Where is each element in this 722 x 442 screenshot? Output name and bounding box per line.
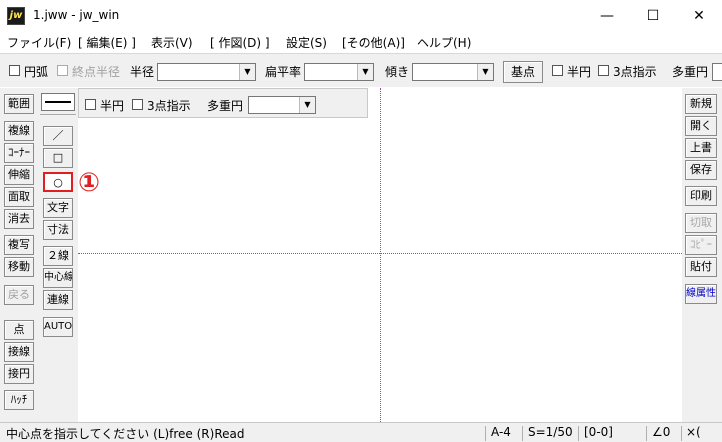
tilt-label: 傾き — [385, 65, 410, 79]
sub-half-circle-label: 半円 — [100, 99, 125, 113]
window-title: 1.jww - jw_win — [33, 8, 120, 22]
overwrite-save-button[interactable]: 上書 — [685, 138, 717, 158]
circle-option-bar: 半円 3点指示 多重円 ▼ — [78, 88, 368, 118]
paper-size[interactable]: A-4 — [491, 425, 511, 439]
menu-file[interactable]: ファイル(F) — [7, 34, 71, 51]
jw-app-icon: jw — [7, 7, 25, 25]
linetype-selector[interactable] — [41, 93, 75, 111]
tool-range-button[interactable]: 範囲 — [4, 94, 34, 114]
tool-corner-button[interactable]: ｺｰﾅｰ — [4, 143, 34, 163]
tool-tangent-button[interactable]: 接線 — [4, 342, 34, 362]
line-sample-icon — [45, 101, 71, 103]
menu-draw[interactable]: [ 作図(D) ] — [210, 34, 270, 51]
three-point-checkbox[interactable] — [598, 65, 609, 76]
chevron-down-icon: ▼ — [239, 64, 255, 80]
menu-edit[interactable]: [ 編集(E) ] — [78, 34, 136, 51]
open-file-button[interactable]: 開く — [685, 116, 717, 136]
status-separator — [578, 426, 579, 441]
sub-multi-circle-label: 多重円 — [207, 99, 244, 113]
right-tool-panel: 新規 開く 上書 保存 印刷 切取 ｺﾋﾟｰ 貼付 線属性 — [682, 88, 722, 422]
tool-stretch-button[interactable]: 伸縮 — [4, 165, 34, 185]
status-separator — [646, 426, 647, 441]
panel-divider — [40, 114, 76, 115]
status-bar: 中心点を指示してください (L)free (R)Read A-4 S=1/50 … — [0, 422, 722, 442]
tool-continuous-line-button[interactable]: 連線 — [43, 290, 73, 310]
arc-label: 円弧 — [24, 65, 49, 79]
tool-dimension-button[interactable]: 寸法 — [43, 220, 73, 240]
flatness-label: 扁平率 — [265, 65, 302, 79]
status-separator — [681, 426, 682, 441]
status-separator — [485, 426, 486, 441]
three-point-label: 3点指示 — [613, 65, 657, 79]
tool-offset-button[interactable]: 複線 — [4, 121, 34, 141]
guide-line-horizontal — [78, 253, 682, 254]
menu-help[interactable]: ヘルプ(H) — [417, 34, 471, 51]
line-attribute-button[interactable]: 線属性 — [685, 284, 717, 304]
annotation-marker: ① — [78, 168, 101, 198]
tool-auto-button[interactable]: AUTO — [43, 317, 73, 337]
menu-bar: ファイル(F) [ 編集(E) ] 表示(V) [ 作図(D) ] 設定(S) … — [0, 32, 722, 52]
sub-three-point-checkbox[interactable] — [132, 99, 143, 110]
base-point-button[interactable]: 基点 — [503, 61, 543, 83]
left-tool-panel: 範囲 複線 ｺｰﾅｰ 伸縮 面取 消去 複写 移動 戻る 点 接線 接円 ﾊｯﾁ… — [0, 88, 78, 422]
line-icon: ／ — [52, 129, 64, 142]
radius-combo[interactable]: ▼ — [157, 63, 256, 81]
tool-line-button[interactable]: ／ — [43, 126, 73, 146]
tool-hatch-button[interactable]: ﾊｯﾁ — [4, 390, 34, 410]
tool-tangent-circle-button[interactable]: 接円 — [4, 364, 34, 384]
menu-other[interactable]: [その他(A)] — [342, 34, 405, 51]
menu-view[interactable]: 表示(V) — [151, 34, 193, 51]
tool-move-button[interactable]: 移動 — [4, 257, 34, 277]
close-button[interactable]: ✕ — [676, 0, 722, 32]
new-file-button[interactable]: 新規 — [685, 94, 717, 114]
flatness-combo[interactable]: ▼ — [304, 63, 374, 81]
tool-circle-button[interactable]: ○ — [43, 172, 73, 192]
tilt-combo[interactable]: ▼ — [412, 63, 494, 81]
end-radius-checkbox — [57, 65, 68, 76]
command-toolbar: 円弧 終点半径 半径 ▼ 扁平率 ▼ 傾き ▼ 基点 半円 3点指示 多重円 — [0, 53, 722, 87]
circle-icon: ○ — [53, 176, 63, 189]
angle-display[interactable]: ∠0 — [652, 425, 670, 439]
cut-button[interactable]: 切取 — [685, 213, 717, 233]
chevron-down-icon: ▼ — [477, 64, 493, 80]
copy-button[interactable]: ｺﾋﾟｰ — [685, 235, 717, 255]
tool-copy-button[interactable]: 複写 — [4, 235, 34, 255]
drawing-canvas[interactable] — [78, 88, 682, 422]
save-button[interactable]: 保存 — [685, 160, 717, 180]
radius-label: 半径 — [130, 65, 155, 79]
maximize-button[interactable]: ☐ — [630, 0, 676, 32]
chevron-down-icon: ▼ — [299, 97, 315, 113]
scale-display[interactable]: S=1/50 — [528, 425, 573, 439]
tool-double-line-button[interactable]: ２線 — [43, 246, 73, 266]
tool-point-button[interactable]: 点 — [4, 320, 34, 340]
minimize-button[interactable]: — — [584, 0, 630, 32]
guide-line-vertical — [380, 88, 381, 422]
layer-display[interactable]: [0-0] — [584, 425, 613, 439]
multi-circle-combo[interactable] — [712, 63, 722, 81]
arc-checkbox[interactable] — [9, 65, 20, 76]
sub-multi-circle-combo[interactable]: ▼ — [248, 96, 316, 114]
chevron-down-icon: ▼ — [357, 64, 373, 80]
tool-undo-button[interactable]: 戻る — [4, 285, 34, 305]
tool-text-button[interactable]: 文字 — [43, 198, 73, 218]
rectangle-icon: □ — [52, 151, 64, 164]
half-circle-label: 半円 — [567, 65, 592, 79]
sub-half-circle-checkbox[interactable] — [85, 99, 96, 110]
multi-circle-label: 多重円 — [672, 65, 709, 79]
print-button[interactable]: 印刷 — [685, 186, 717, 206]
sub-three-point-label: 3点指示 — [147, 99, 191, 113]
half-circle-checkbox[interactable] — [552, 65, 563, 76]
zoom-display[interactable]: ×( — [686, 425, 701, 439]
menu-settings[interactable]: 設定(S) — [286, 34, 327, 51]
paste-button[interactable]: 貼付 — [685, 257, 717, 277]
tool-rectangle-button[interactable]: □ — [43, 148, 73, 168]
status-separator — [522, 426, 523, 441]
status-message: 中心点を指示してください (L)free (R)Read — [6, 427, 245, 441]
end-radius-label: 終点半径 — [72, 65, 121, 79]
tool-center-line-button[interactable]: 中心線 — [43, 268, 73, 288]
tool-chamfer-button[interactable]: 面取 — [4, 187, 34, 207]
title-bar: jw 1.jww - jw_win — ☐ ✕ — [0, 0, 722, 32]
tool-erase-button[interactable]: 消去 — [4, 209, 34, 229]
